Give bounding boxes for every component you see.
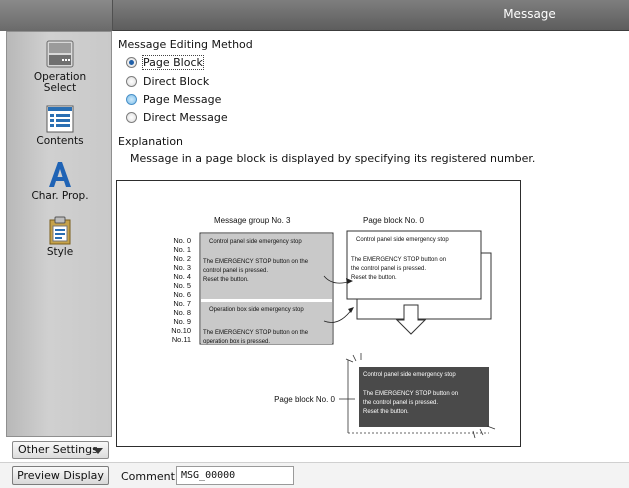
svg-text:Control panel side emergency s: Control panel side emergency stop (356, 237, 449, 243)
radio-button[interactable] (126, 111, 137, 123)
sidebar: Operation Select Contents Char. Prop. St… (6, 31, 112, 437)
svg-text:Reset the button.: Reset the button. (351, 275, 397, 281)
chevron-down-icon (93, 448, 103, 454)
title-bar: Message (0, 0, 629, 31)
sidebar-item-label: Char. Prop. (31, 190, 89, 202)
radio-button[interactable] (126, 93, 137, 105)
char-prop-icon (49, 162, 71, 187)
sidebar-item-style[interactable]: Style (7, 215, 113, 258)
message-number-list: No. 0 No. 1 No. 2 No. 3 No. 4 No. 5 No. … (171, 236, 191, 344)
window-title: Message (503, 7, 556, 21)
message-number: No. 1 (173, 245, 191, 254)
sidebar-item-contents[interactable]: Contents (7, 104, 113, 147)
svg-text:The EMERGENCY STOP button on: The EMERGENCY STOP button on (363, 391, 458, 397)
svg-text:the control panel is pressed.: the control panel is pressed. (351, 266, 426, 272)
explanation-text: Message in a page block is displayed by … (130, 152, 536, 165)
other-settings-label: Other Settings (18, 443, 98, 456)
page-block-title: Page block No. 0 (363, 216, 424, 225)
radio-option-direct-message[interactable]: Direct Message (126, 110, 228, 124)
svg-text:Reset the button.: Reset the button. (363, 409, 409, 415)
message-number: No. 7 (173, 299, 191, 308)
radio-label: Direct Block (143, 74, 210, 88)
style-icon (49, 216, 71, 245)
radio-label: Page Block (142, 54, 204, 70)
radio-option-page-message[interactable]: Page Message (126, 92, 221, 106)
svg-text:The EMERGENCY STOP button on t: The EMERGENCY STOP button on the (203, 330, 309, 336)
message-group-title: Message group No. 3 (214, 216, 291, 225)
contents-icon (46, 105, 74, 133)
sidebar-item-operation-select[interactable]: Operation Select (7, 38, 113, 94)
message-number: No.11 (172, 335, 191, 344)
message-number: No. 3 (173, 263, 191, 272)
message-number: No. 0 (173, 236, 191, 245)
svg-text:The EMERGENCY STOP button on: The EMERGENCY STOP button on (351, 257, 446, 263)
svg-text:The EMERGENCY STOP button on t: The EMERGENCY STOP button on the (203, 259, 309, 265)
result-page-block-label: Page block No. 0 (274, 395, 335, 404)
sidebar-item-label: Select (43, 82, 77, 94)
radio-label: Page Message (143, 92, 222, 106)
message-number: No. 4 (173, 272, 191, 281)
message-number: No. 9 (173, 317, 191, 326)
svg-text:Control panel side emergency s: Control panel side emergency stop (209, 239, 302, 245)
radio-label: Direct Message (143, 110, 228, 124)
diagram-canvas: Message group No. 3 Page block No. 0 No.… (171, 216, 496, 439)
preview-display-button[interactable]: Preview Display (12, 466, 109, 485)
message-number: No. 2 (173, 254, 191, 263)
message-number: No. 8 (173, 308, 191, 317)
radio-option-page-block[interactable]: Page Block (126, 54, 204, 70)
operation-select-icon (46, 40, 74, 68)
radio-button[interactable] (126, 75, 137, 87)
radio-option-direct-block[interactable]: Direct Block (126, 74, 209, 88)
svg-text:Control panel side emergency s: Control panel side emergency stop (363, 372, 456, 378)
message-number: No. 5 (173, 281, 191, 290)
explanation-diagram: Message group No. 3 Page block No. 0 No.… (116, 180, 521, 447)
sidebar-item-char-prop[interactable]: Char. Prop. (7, 159, 113, 202)
explanation-heading: Explanation (118, 135, 184, 148)
sidebar-item-label: Contents (36, 135, 84, 147)
svg-text:control panel is pressed.: control panel is pressed. (203, 268, 268, 274)
svg-text:the control panel is pressed.: the control panel is pressed. (363, 400, 438, 406)
comment-input[interactable]: MSG_00000 (176, 466, 294, 485)
sidebar-item-label: Style (46, 246, 74, 258)
other-settings-dropdown[interactable]: Other Settings (12, 441, 109, 459)
comment-label: Comment (121, 470, 175, 483)
message-number: No. 6 (173, 290, 191, 299)
method-heading: Message Editing Method (118, 38, 253, 51)
svg-text:operation box is pressed.: operation box is pressed. (203, 339, 270, 345)
svg-text:Operation box side emergency s: Operation box side emergency stop (209, 307, 304, 313)
svg-text:Reset the button.: Reset the button. (203, 277, 249, 283)
message-number: No.10 (171, 326, 191, 335)
radio-button[interactable] (126, 56, 137, 68)
